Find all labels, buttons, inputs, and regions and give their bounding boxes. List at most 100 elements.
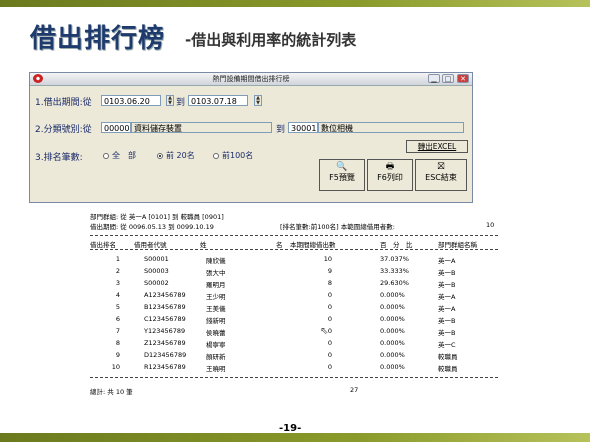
export-excel-button[interactable]: 轉出EXCEL [406, 140, 468, 153]
col-id-header: 借用者代號 [134, 241, 167, 249]
period-from-spinner[interactable]: ▲ ▼ [166, 95, 174, 106]
row-user-name: 錢新明 [206, 317, 226, 325]
row-percent: 33.333% [380, 267, 409, 275]
period-from-input[interactable]: 0103.06.20 [101, 95, 161, 106]
col-dept-header: 部門群組名稱 [438, 241, 477, 249]
exit-button[interactable]: ⛝ ESC結束 [415, 159, 467, 191]
print-button[interactable]: 🖶 F6列印 [367, 159, 413, 191]
row-dept: 英一A [438, 257, 456, 265]
preview-label: F5預覽 [329, 173, 355, 182]
category-from-name: 資料儲存裝置 [131, 122, 272, 133]
row-borrow-count: 0 [327, 291, 332, 299]
row-rank: 1 [115, 255, 120, 263]
row-user-name: 張大中 [206, 269, 226, 277]
total-rule [90, 377, 498, 378]
print-label: F6列印 [377, 173, 403, 182]
row-percent: 0.000% [380, 291, 405, 299]
rank-top20-label[interactable]: 前 20名 [166, 150, 195, 161]
rank-label: 3.排名筆數: [35, 153, 83, 163]
top-accent-bar [0, 0, 590, 7]
rank-all-radio[interactable] [103, 153, 109, 159]
table-row: 4 A123456789 王少明 0 0.000% 英一A [90, 291, 498, 302]
header-rule-top [90, 235, 498, 236]
period-to-label: 到 [176, 98, 186, 108]
row-dept: 英一B [438, 281, 456, 289]
row-percent: 0.000% [380, 339, 405, 347]
table-row: 3 S00002 羅明月 8 29.630% 英一B [90, 279, 498, 290]
report-total-users: 10 [486, 221, 495, 229]
row-rank: 2 [115, 267, 120, 275]
row-user-id: Y123456789 [144, 327, 186, 335]
category-from-code-input[interactable]: 00000 [101, 122, 131, 133]
report-period-line: 借出期間: 從 0096.05.13 到 0099.10.19 [90, 223, 214, 231]
row-percent: 0.000% [380, 363, 405, 371]
slide-title: 借出排行榜 [30, 24, 166, 54]
row-borrow-count: 0 [327, 339, 332, 347]
row-borrow-count: 0 [327, 303, 332, 311]
report-total-count: 27 [350, 386, 359, 394]
row-rank: 10 [111, 363, 120, 371]
row-rank: 8 [115, 339, 120, 347]
row-user-name: 楊寧寧 [206, 341, 226, 349]
rank-top100-label[interactable]: 前100名 [222, 150, 253, 161]
row-borrow-count: 10 [323, 255, 332, 263]
rank-top20-radio[interactable] [157, 153, 163, 159]
row-user-name: 王曉明 [206, 365, 226, 373]
row-user-name: 王美儀 [206, 305, 226, 313]
row-rank: 6 [115, 315, 120, 323]
table-row: 9 D123456789 顏研新 0 0.000% 較職員 [90, 351, 498, 362]
row-percent: 37.037% [380, 255, 409, 263]
row-user-name: 羅明月 [206, 281, 226, 289]
minimize-icon[interactable]: ▁ [428, 74, 440, 83]
row-percent: 0.000% [380, 351, 405, 359]
row-percent: 0.000% [380, 327, 405, 335]
row-user-name: 顏研新 [206, 353, 226, 361]
row-dept: 英一A [438, 305, 456, 313]
maximize-icon[interactable]: □ [442, 74, 454, 83]
rank-top100-radio[interactable] [213, 153, 219, 159]
row-dept: 較職員 [438, 365, 458, 373]
table-row: 8 Z123456789 楊寧寧 0 0.000% 英一C [90, 339, 498, 350]
report-rank-info: [排名筆數:前100名] 本範圍總借用者數: [280, 223, 395, 231]
row-dept: 英一B [438, 317, 456, 325]
row-user-id: R123456789 [144, 363, 186, 371]
dialog-titlebar[interactable]: 熱門設備期間借出排行榜 ▁ □ ✕ [30, 73, 472, 86]
preview-button[interactable]: 🔍 F5預覽 [319, 159, 365, 191]
row-borrow-count: 0 [327, 351, 332, 359]
col-rank-header: 借出排名 [90, 241, 116, 249]
category-to-name: 數位相機 [318, 122, 464, 133]
slide-subtitle: -借出與利用率的統計列表 [185, 31, 357, 49]
ranking-dialog: 熱門設備期間借出排行榜 ▁ □ ✕ 1.借出期間:從 0103.06.20 ▲ ▼… [29, 72, 473, 203]
row-dept: 英一B [438, 329, 456, 337]
row-user-id: S00002 [144, 279, 169, 287]
exit-door-icon: ⛝ [437, 162, 445, 172]
row-user-id: Z123456789 [144, 339, 186, 347]
row-rank: 7 [115, 327, 120, 335]
row-rank: 4 [115, 291, 120, 299]
table-row: 2 S00003 張大中 9 33.333% 英一B [90, 267, 498, 278]
row-borrow-count: 8 [327, 279, 332, 287]
col-percent-header: 百 分 比 [380, 241, 413, 249]
col-surname-header: 姓 [200, 241, 207, 249]
preview-icon: 🔍 [336, 162, 348, 172]
category-to-code-input[interactable]: 30001 [288, 122, 318, 133]
period-to-input[interactable]: 0103.07.18 [188, 95, 248, 106]
row-borrow-count: 0 [327, 315, 332, 323]
row-dept: 英一A [438, 293, 456, 301]
table-row: 10 R123456789 王曉明 0 0.000% 較職員 [90, 363, 498, 374]
row-user-id: B123456789 [144, 303, 186, 311]
row-user-name: 侯曉蕾 [206, 329, 226, 337]
row-borrow-count: 9 [327, 267, 332, 275]
row-dept: 英一B [438, 269, 456, 277]
row-user-name: 陳欣儀 [206, 257, 226, 265]
table-row: 7 Y123456789 侯曉蕾 0 0.000% 英一B [90, 327, 498, 338]
dialog-title: 熱門設備期間借出排行榜 [212, 75, 290, 83]
period-to-spinner[interactable]: ▲ ▼ [254, 95, 262, 106]
category-label: 2.分類號別:從 [35, 125, 92, 135]
row-user-id: S00001 [144, 255, 169, 263]
row-dept: 較職員 [438, 353, 458, 361]
row-user-id: S00003 [144, 267, 169, 275]
rank-all-label[interactable]: 全 部 [112, 150, 136, 161]
close-icon[interactable]: ✕ [457, 74, 469, 83]
row-user-id: A123456789 [144, 291, 186, 299]
